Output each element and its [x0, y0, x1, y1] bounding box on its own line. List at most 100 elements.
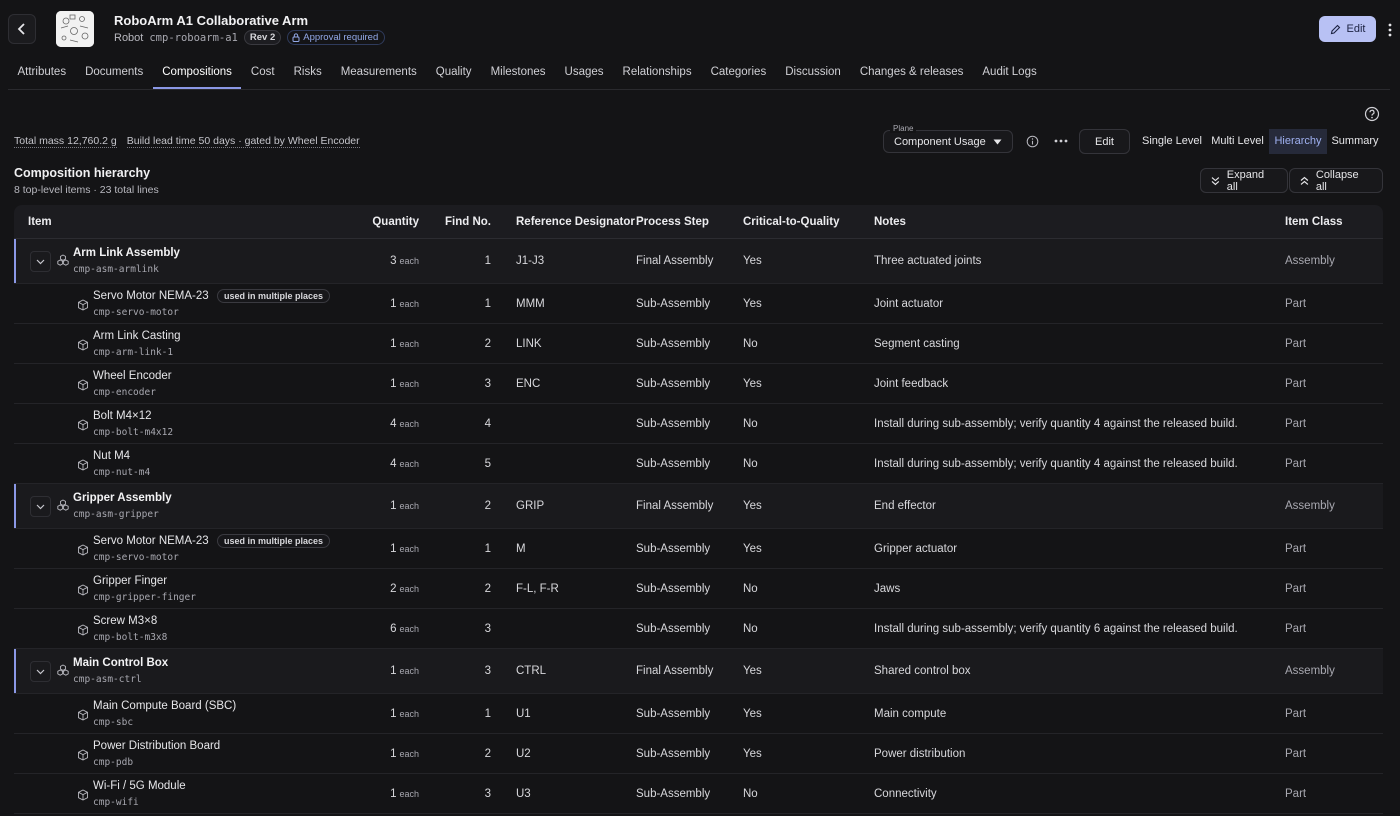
table-row[interactable]: Servo Motor NEMA-23 cmp-servo-motor used i… — [14, 284, 1383, 324]
cell-find-no: 1 — [484, 707, 491, 720]
tab-categories[interactable]: Categories — [701, 58, 776, 89]
expand-all-button[interactable]: Expand all — [1200, 168, 1288, 193]
item-name[interactable]: Gripper Finger — [93, 575, 167, 587]
table-row[interactable]: Main Compute Board (SBC) cmp-sbc 1 each 1 U1 S… — [14, 694, 1383, 734]
item-name[interactable]: Power Distribution Board — [93, 740, 220, 752]
table-row[interactable]: Screw M3×8 cmp-bolt-m3x8 6 each 3 Sub-Assembl… — [14, 609, 1383, 649]
tab-usages[interactable]: Usages — [555, 58, 613, 89]
tab-changes-releases[interactable]: Changes & releases — [850, 58, 973, 89]
table-row-assembly[interactable]: Main Control Box cmp-asm-ctrl 1 each 3 CTRL Fi… — [14, 649, 1383, 694]
edit-composition-button[interactable]: Edit — [1079, 129, 1130, 154]
item-name[interactable]: Gripper Assembly — [73, 492, 172, 504]
expand-toggle-button[interactable] — [30, 661, 51, 682]
column-quantity[interactable]: Quantity — [354, 216, 419, 228]
cell-notes: Three actuated joints — [874, 255, 982, 267]
column-notes[interactable]: Notes — [874, 216, 1285, 228]
table-row[interactable]: Arm Link Casting cmp-arm-link-1 1 each 2 LINK… — [14, 324, 1383, 364]
more-actions-button[interactable] — [1384, 20, 1396, 40]
cell-notes: Joint feedback — [874, 377, 949, 390]
column-reference-designator[interactable]: Reference Designator — [491, 216, 636, 228]
column-critical-to-quality[interactable]: Critical-to-Quality — [743, 216, 874, 228]
cell-critical-to-quality: No — [743, 417, 758, 430]
column-find-no[interactable]: Find No. — [419, 216, 491, 228]
cell-find-no: 1 — [484, 542, 491, 555]
cell-find-no: 1 — [484, 297, 491, 310]
item-name[interactable]: Servo Motor NEMA-23 — [93, 535, 209, 547]
cell-find-no: 3 — [484, 787, 491, 800]
view-single-level[interactable]: Single Level — [1138, 129, 1206, 154]
cell-item-class: Assembly — [1285, 255, 1335, 267]
more-vertical-icon — [1388, 23, 1392, 37]
item-name[interactable]: Wheel Encoder — [93, 370, 172, 382]
table-row[interactable]: Gripper Finger cmp-gripper-finger 2 each 2 F-… — [14, 569, 1383, 609]
tab-compositions[interactable]: Compositions — [152, 58, 242, 89]
quantity-unit: each — [399, 501, 419, 511]
table-row[interactable]: Wheel Encoder cmp-encoder 1 each 3 ENC Sub-Ass… — [14, 364, 1383, 404]
chevron-down-icon — [36, 256, 45, 268]
pencil-icon — [1330, 24, 1340, 34]
item-name[interactable]: Arm Link Assembly — [73, 247, 180, 259]
column-process-step[interactable]: Process Step — [636, 216, 743, 228]
tab-milestones[interactable]: Milestones — [481, 58, 555, 89]
item-name[interactable]: Screw M3×8 — [93, 615, 157, 627]
table-row[interactable]: Servo Motor NEMA-23 cmp-servo-motor used i… — [14, 529, 1383, 569]
item-name[interactable]: Bolt M4×12 — [93, 410, 152, 422]
edit-item-button[interactable]: Edit — [1319, 16, 1376, 42]
total-mass[interactable]: Total mass 12,760.2 g — [14, 135, 117, 148]
table-row-assembly[interactable]: Arm Link Assembly cmp-asm-armlink 3 each 1 J1… — [14, 239, 1383, 284]
tab-documents[interactable]: Documents — [76, 58, 153, 89]
item-name[interactable]: Main Compute Board (SBC) — [93, 700, 236, 712]
tab-measurements[interactable]: Measurements — [331, 58, 426, 89]
cell-process-step: Final Assembly — [636, 500, 714, 512]
cell-critical-to-quality: Yes — [743, 707, 762, 720]
expand-toggle-button[interactable] — [30, 251, 51, 272]
quantity-value: 1 — [390, 377, 397, 390]
item-name[interactable]: Servo Motor NEMA-23 — [93, 290, 209, 302]
tab-attributes[interactable]: Attributes — [8, 58, 76, 89]
tab-quality[interactable]: Quality — [426, 58, 481, 89]
view-summary[interactable]: Summary — [1327, 129, 1383, 154]
help-button[interactable] — [1364, 106, 1380, 122]
more-horizontal-icon[interactable] — [1053, 133, 1069, 149]
item-code: cmp-servo-motor — [93, 307, 179, 318]
cube-icon — [77, 339, 89, 351]
cell-item: Gripper Assembly cmp-asm-gripper — [14, 484, 354, 528]
tab-audit-logs[interactable]: Audit Logs — [973, 58, 1046, 89]
cell-item-class: Part — [1285, 622, 1307, 635]
cell-process-step: Sub-Assembly — [636, 707, 711, 720]
cell-process-step: Sub-Assembly — [636, 542, 711, 555]
tab-discussion[interactable]: Discussion — [776, 58, 851, 89]
quantity-value: 1 — [390, 500, 397, 512]
cell-quantity: 1 each — [354, 298, 419, 310]
back-button[interactable] — [8, 14, 36, 44]
view-multi-level[interactable]: Multi Level — [1206, 129, 1269, 154]
tab-cost[interactable]: Cost — [241, 58, 284, 89]
quantity-value: 3 — [390, 255, 397, 267]
tab-risks[interactable]: Risks — [284, 58, 331, 89]
table-row[interactable]: Power Distribution Board cmp-pdb 1 each 2 U2 S… — [14, 734, 1383, 774]
collapse-all-button[interactable]: Collapse all — [1289, 168, 1383, 193]
info-icon[interactable] — [1026, 135, 1039, 148]
column-item-class[interactable]: Item Class — [1285, 216, 1375, 228]
cell-item-class: Part — [1285, 457, 1307, 470]
table-row[interactable]: Nut M4 cmp-nut-m4 4 each 5 Sub-Assembly No Inst… — [14, 444, 1383, 484]
build-lead-time[interactable]: Build lead time 50 days · gated by Wheel… — [126, 135, 360, 148]
cell-notes: Install during sub-assembly; verify quan… — [874, 417, 1238, 430]
item-name[interactable]: Nut M4 — [93, 450, 130, 462]
table-row[interactable]: Wi-Fi / 5G Module cmp-wifi 1 each 3 U3 Sub-Ass… — [14, 774, 1383, 814]
composition-summary: Total mass 12,760.2 g Build lead time 50… — [14, 135, 360, 148]
item-name[interactable]: Wi-Fi / 5G Module — [93, 780, 186, 792]
item-name[interactable]: Arm Link Casting — [93, 330, 181, 342]
item-name[interactable]: Main Control Box — [73, 657, 168, 669]
table-row[interactable]: Bolt M4×12 cmp-bolt-m4x12 4 each 4 Sub-Assemb… — [14, 404, 1383, 444]
plane-select[interactable]: Component Usage — [883, 130, 1013, 153]
cell-quantity: 1 each — [354, 788, 419, 800]
cell-process-step: Final Assembly — [636, 255, 714, 267]
view-hierarchy[interactable]: Hierarchy — [1269, 129, 1327, 154]
help-circle-icon — [1364, 106, 1380, 122]
table-row-assembly[interactable]: Gripper Assembly cmp-asm-gripper 1 each 2 GRI… — [14, 484, 1383, 529]
tab-relationships[interactable]: Relationships — [613, 58, 701, 89]
cell-reference-designator: M — [516, 542, 526, 555]
column-item[interactable]: Item — [14, 216, 354, 228]
expand-toggle-button[interactable] — [30, 496, 51, 517]
